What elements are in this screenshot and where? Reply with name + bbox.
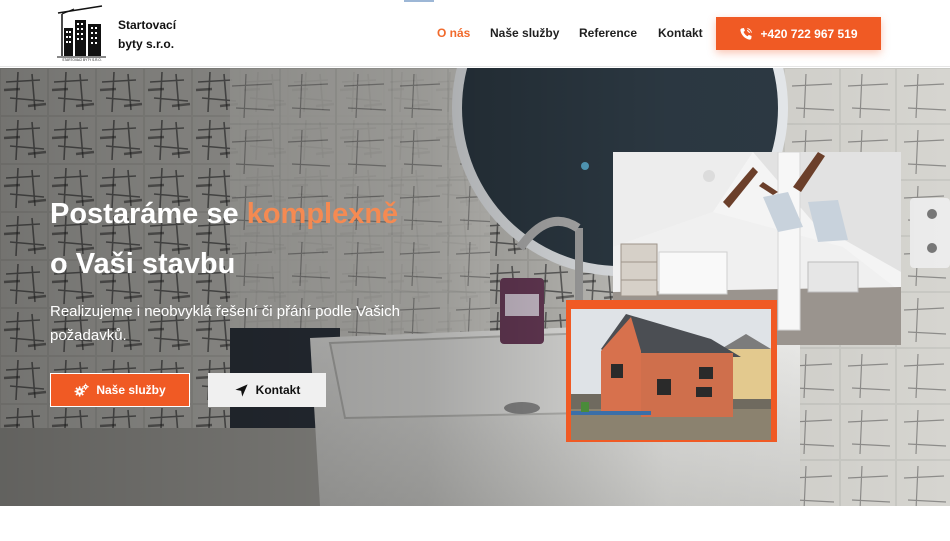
hero-section: Postaráme se komplexně o Vaši stavbu Rea… <box>0 68 950 506</box>
phone-number: +420 722 967 519 <box>760 26 858 41</box>
headline-accent: komplexně <box>246 198 399 230</box>
brand-line-2: byty s.r.o. <box>118 37 175 51</box>
logo-caption: STARTOVACÍ BYTY S.R.O. <box>62 58 101 62</box>
contact-button[interactable]: Kontakt <box>208 373 326 407</box>
brand-line-1: Startovací <box>118 18 177 32</box>
brick-house-photo <box>571 309 771 440</box>
hero-subtext: Realizujeme i neobvyklá řešení či přání … <box>50 303 400 344</box>
contact-button-label: Kontakt <box>255 383 301 397</box>
nav-reference[interactable]: Reference <box>579 26 637 40</box>
nav-kontakt[interactable]: Kontakt <box>658 26 703 40</box>
nav-nase-sluzby[interactable]: Naše služby <box>490 26 559 40</box>
phone-icon <box>740 27 753 40</box>
hero-headline: Postaráme se komplexně o Vaši stavbu <box>50 189 398 289</box>
top-accent-line <box>404 0 434 2</box>
services-button-label: Naše služby <box>96 383 166 397</box>
headline-part-1: Postaráme se <box>50 198 239 230</box>
site-header: STARTOVACÍ BYTY S.R.O. Startovací byty s… <box>0 0 950 67</box>
headline-line-2: o Vaši stavbu <box>50 248 236 280</box>
brand-name[interactable]: Startovací byty s.r.o. <box>118 16 176 54</box>
services-button[interactable]: Naše služby <box>50 373 190 407</box>
location-arrow-icon <box>235 383 248 397</box>
phone-button[interactable]: +420 722 967 519 <box>716 17 881 50</box>
company-logo[interactable]: STARTOVACÍ BYTY S.R.O. <box>54 4 110 62</box>
gears-icon <box>74 383 90 396</box>
nav-o-nas[interactable]: O nás <box>437 26 470 40</box>
